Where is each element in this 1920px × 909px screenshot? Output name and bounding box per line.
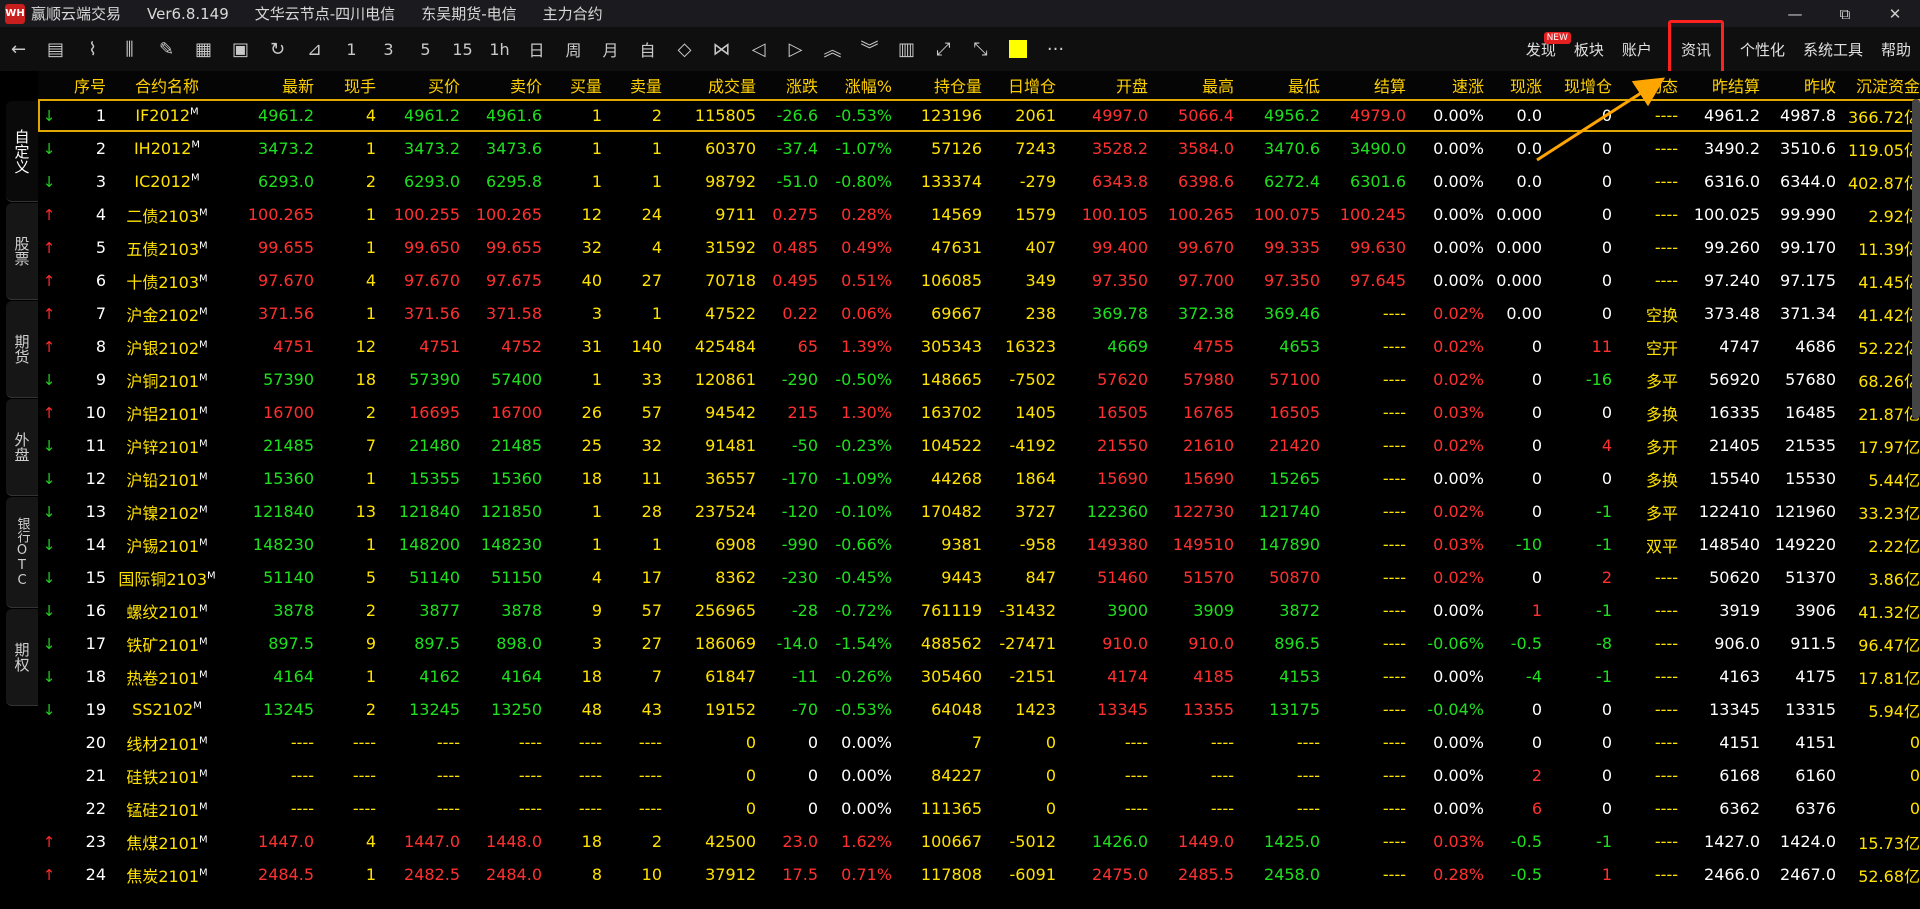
annotation-arrow-icon [1536, 77, 1666, 162]
